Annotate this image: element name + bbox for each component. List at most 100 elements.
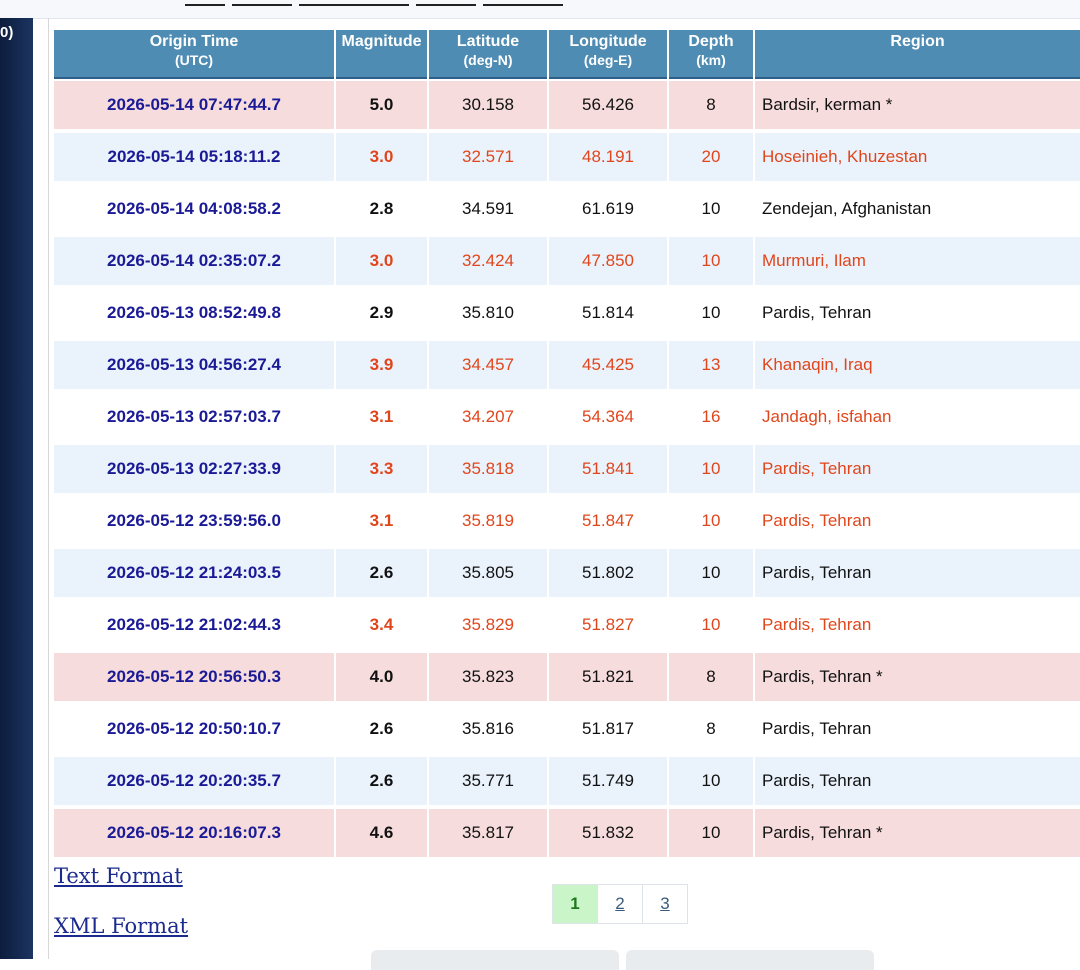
- header-origin-time-label: Origin Time: [149, 33, 239, 50]
- cell-longitude: 51.802: [549, 547, 667, 599]
- table-row[interactable]: 2026-05-14 02:35:07.2 3.0 32.424 47.850 10 Mu…: [54, 235, 1080, 287]
- cell-longitude: 51.832: [549, 807, 667, 859]
- cell-longitude: 48.191: [549, 131, 667, 183]
- cell-longitude: 56.426: [549, 79, 667, 131]
- cell-origin-time: 2026-05-13 04:56:27.4: [54, 339, 334, 391]
- cell-magnitude: 4.6: [336, 807, 427, 859]
- bottom-button-left[interactable]: [371, 950, 619, 970]
- cell-origin-time: 2026-05-12 20:56:50.3: [54, 651, 334, 703]
- header-region[interactable]: Region: [755, 30, 1080, 79]
- table-row[interactable]: 2026-05-12 20:50:10.7 2.6 35.816 51.817 8 Par…: [54, 703, 1080, 755]
- cell-depth: 10: [669, 235, 753, 287]
- header-longitude-label: Longitude: [569, 33, 647, 50]
- cell-region: Jandagh, isfahan: [755, 391, 1080, 443]
- header-magnitude[interactable]: Magnitude: [336, 30, 427, 79]
- table-row[interactable]: 2026-05-13 02:27:33.9 3.3 35.818 51.841 10 Pa…: [54, 443, 1080, 495]
- cell-latitude: 32.424: [429, 235, 547, 287]
- header-depth[interactable]: Depth (km): [669, 30, 753, 79]
- cell-origin-time: 2026-05-12 21:02:44.3: [54, 599, 334, 651]
- table-row[interactable]: 2026-05-12 20:16:07.3 4.6 35.817 51.832 10 Pa…: [54, 807, 1080, 859]
- cell-origin-time: 2026-05-13 02:27:33.9: [54, 443, 334, 495]
- cell-region: Murmuri, Ilam: [755, 235, 1080, 287]
- table-row[interactable]: 2026-05-12 20:20:35.7 2.6 35.771 51.749 10 Pa…: [54, 755, 1080, 807]
- table-row[interactable]: 2026-05-13 04:56:27.4 3.9 34.457 45.425 13 Kh…: [54, 339, 1080, 391]
- table-row[interactable]: 2026-05-14 07:47:44.7 5.0 30.158 56.426 8 Bar…: [54, 79, 1080, 131]
- cell-longitude: 51.827: [549, 599, 667, 651]
- page-1-link[interactable]: 1: [552, 884, 598, 924]
- cell-depth: 20: [669, 131, 753, 183]
- cell-magnitude: 3.0: [336, 131, 427, 183]
- cell-depth: 10: [669, 547, 753, 599]
- cell-longitude: 51.821: [549, 651, 667, 703]
- cell-region: Pardis, Tehran *: [755, 807, 1080, 859]
- table-row[interactable]: 2026-05-12 23:59:56.0 3.1 35.819 51.847 10 Pa…: [54, 495, 1080, 547]
- cell-longitude: 61.619: [549, 183, 667, 235]
- cell-region: Pardis, Tehran: [755, 495, 1080, 547]
- cell-latitude: 30.158: [429, 79, 547, 131]
- cell-latitude: 35.818: [429, 443, 547, 495]
- cell-latitude: 34.591: [429, 183, 547, 235]
- table-row[interactable]: 2026-05-14 05:18:11.2 3.0 32.571 48.191 20 Ho…: [54, 131, 1080, 183]
- cell-latitude: 35.771: [429, 755, 547, 807]
- sidebar-corner-label: 0): [0, 24, 14, 41]
- table-header-row: Origin Time (UTC) Magnitude Latitude (deg-…: [54, 30, 1080, 79]
- cell-region: Khanaqin, Iraq: [755, 339, 1080, 391]
- table-row[interactable]: 2026-05-12 21:02:44.3 3.4 35.829 51.827 10 Pa…: [54, 599, 1080, 651]
- cell-magnitude: 4.0: [336, 651, 427, 703]
- cell-depth: 13: [669, 339, 753, 391]
- cell-magnitude: 2.6: [336, 755, 427, 807]
- header-depth-label: Depth: [688, 33, 734, 50]
- cell-latitude: 35.817: [429, 807, 547, 859]
- table-row[interactable]: 2026-05-13 08:52:49.8 2.9 35.810 51.814 10 Pa…: [54, 287, 1080, 339]
- bottom-button-right[interactable]: [626, 950, 874, 970]
- cell-origin-time: 2026-05-14 05:18:11.2: [54, 131, 334, 183]
- cell-magnitude: 3.4: [336, 599, 427, 651]
- cell-origin-time: 2026-05-12 21:24:03.5: [54, 547, 334, 599]
- cell-region: Pardis, Tehran *: [755, 651, 1080, 703]
- page-2-link[interactable]: 2: [597, 884, 643, 924]
- xml-format-link[interactable]: XML Format: [54, 914, 188, 938]
- cell-magnitude: 3.1: [336, 495, 427, 547]
- earthquake-table: Origin Time (UTC) Magnitude Latitude (deg-…: [52, 30, 1080, 859]
- cell-magnitude: 3.1: [336, 391, 427, 443]
- header-latitude-unit: (deg-N): [463, 52, 513, 68]
- header-region-label: Region: [890, 33, 945, 50]
- table-row[interactable]: 2026-05-14 04:08:58.2 2.8 34.591 61.619 10 Ze…: [54, 183, 1080, 235]
- cell-depth: 10: [669, 755, 753, 807]
- header-latitude[interactable]: Latitude (deg-N): [429, 30, 547, 79]
- cell-depth: 10: [669, 599, 753, 651]
- cell-origin-time: 2026-05-12 20:50:10.7: [54, 703, 334, 755]
- cell-region: Hoseinieh, Khuzestan: [755, 131, 1080, 183]
- header-origin-time-unit: (UTC): [174, 52, 214, 68]
- cell-region: Pardis, Tehran: [755, 547, 1080, 599]
- cell-origin-time: 2026-05-12 23:59:56.0: [54, 495, 334, 547]
- cell-magnitude: 2.9: [336, 287, 427, 339]
- cell-region: Pardis, Tehran: [755, 755, 1080, 807]
- cut-off-heading: [185, 4, 655, 12]
- header-magnitude-label: Magnitude: [341, 33, 422, 50]
- cell-magnitude: 2.6: [336, 547, 427, 599]
- cell-origin-time: 2026-05-14 04:08:58.2: [54, 183, 334, 235]
- cell-longitude: 47.850: [549, 235, 667, 287]
- cell-depth: 10: [669, 807, 753, 859]
- cell-origin-time: 2026-05-14 02:35:07.2: [54, 235, 334, 287]
- header-longitude[interactable]: Longitude (deg-E): [549, 30, 667, 79]
- header-depth-unit: (km): [696, 52, 726, 68]
- page-3-link[interactable]: 3: [642, 884, 688, 924]
- cell-longitude: 51.817: [549, 703, 667, 755]
- cell-region: Zendejan, Afghanistan: [755, 183, 1080, 235]
- text-format-link[interactable]: Text Format: [54, 864, 183, 888]
- earthquake-table-body: 2026-05-14 07:47:44.7 5.0 30.158 56.426 8 Bar…: [54, 79, 1080, 859]
- table-row[interactable]: 2026-05-12 20:56:50.3 4.0 35.823 51.821 8 Par…: [54, 651, 1080, 703]
- cell-longitude: 45.425: [549, 339, 667, 391]
- cell-depth: 8: [669, 79, 753, 131]
- cell-magnitude: 5.0: [336, 79, 427, 131]
- cell-region: Pardis, Tehran: [755, 443, 1080, 495]
- cell-longitude: 54.364: [549, 391, 667, 443]
- cell-depth: 16: [669, 391, 753, 443]
- table-row[interactable]: 2026-05-12 21:24:03.5 2.6 35.805 51.802 10 Pa…: [54, 547, 1080, 599]
- table-row[interactable]: 2026-05-13 02:57:03.7 3.1 34.207 54.364 16 Ja…: [54, 391, 1080, 443]
- cell-depth: 8: [669, 703, 753, 755]
- header-longitude-unit: (deg-E): [583, 52, 633, 68]
- header-origin-time[interactable]: Origin Time (UTC): [54, 30, 334, 79]
